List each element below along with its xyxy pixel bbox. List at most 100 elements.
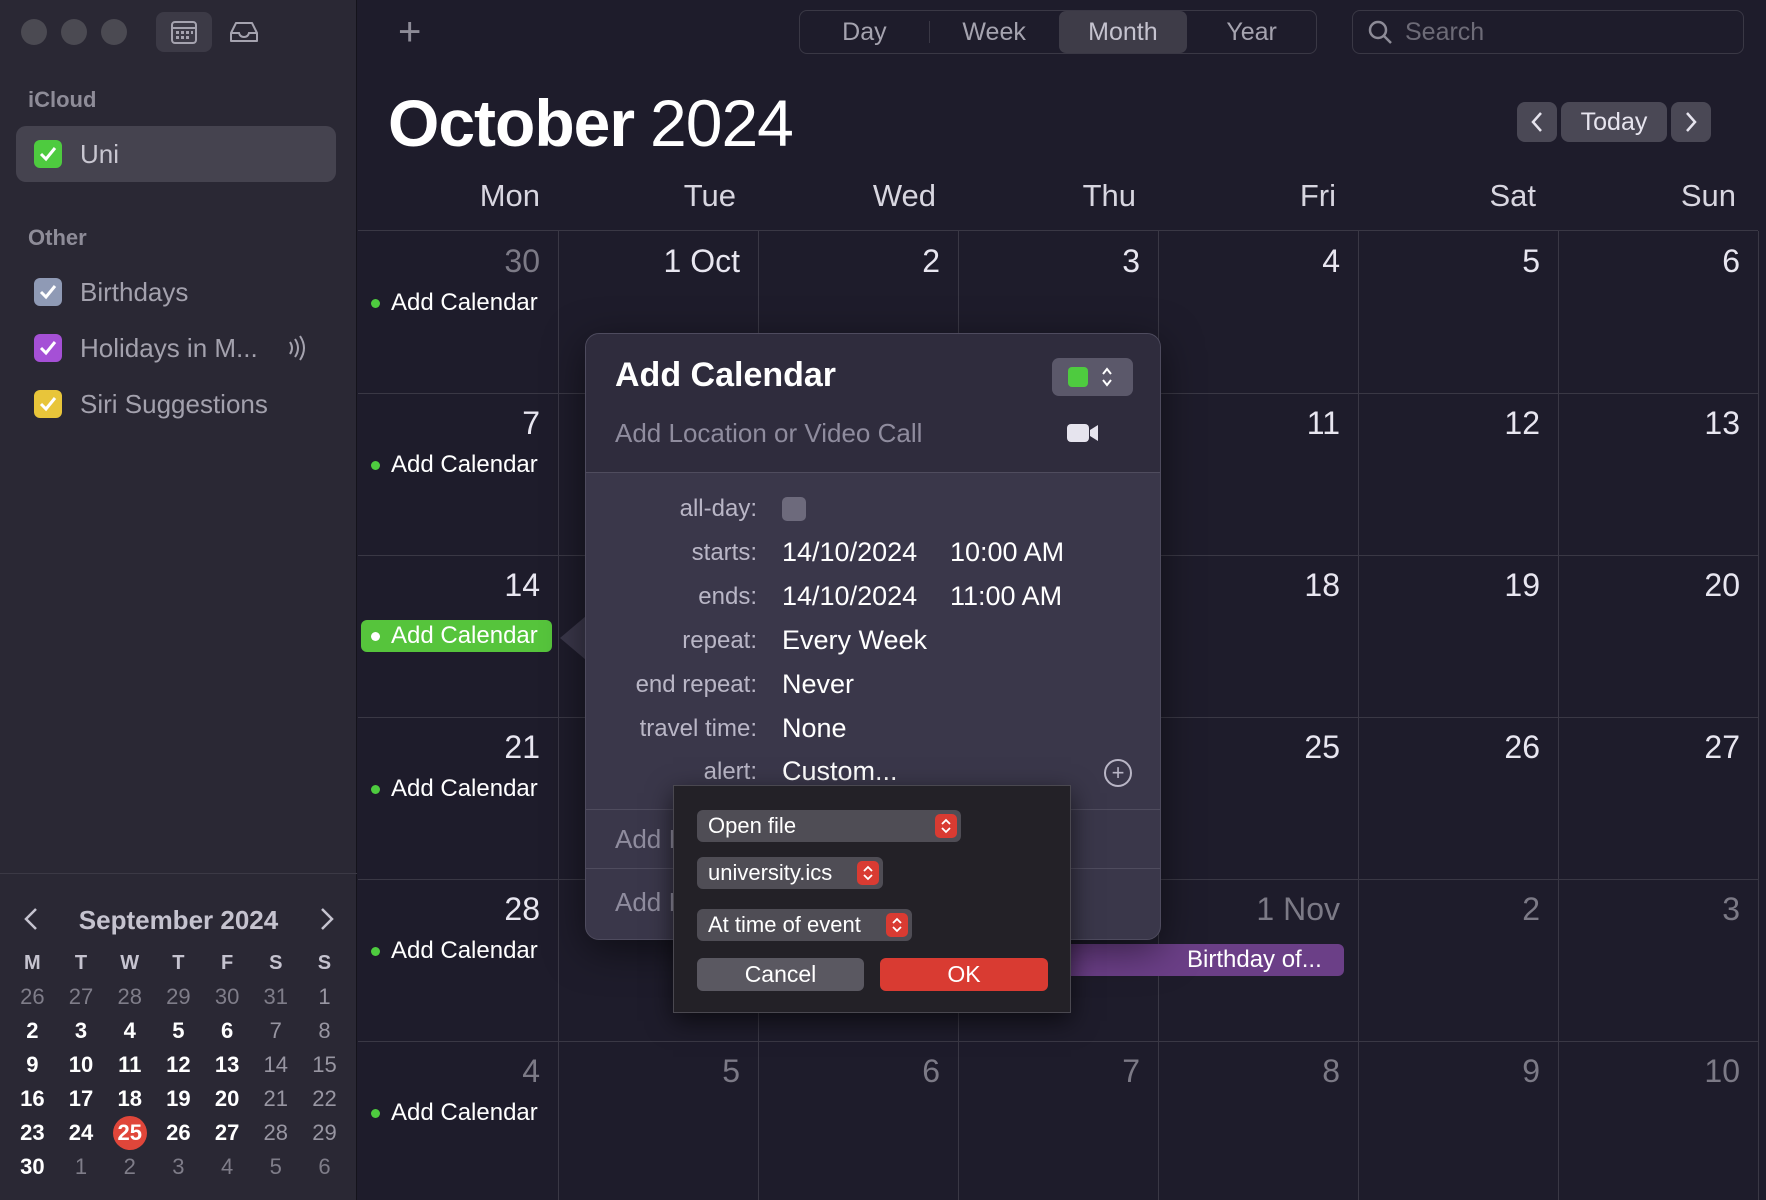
prev-month-button[interactable] <box>1517 102 1557 142</box>
day-cell-number[interactable]: 6 <box>760 1053 940 1090</box>
day-cell-number[interactable]: 9 <box>1360 1053 1540 1090</box>
mini-day[interactable]: 5 <box>251 1152 300 1182</box>
add-invitees-field[interactable]: Add I <box>615 824 676 855</box>
calendar-item-holidays[interactable]: Holidays in M... <box>16 320 336 376</box>
mini-day[interactable]: 3 <box>57 1016 106 1046</box>
mini-day[interactable]: 6 <box>300 1152 349 1182</box>
end-date-field[interactable]: 14/10/2024 <box>782 581 917 612</box>
day-cell-number[interactable]: 1 Nov <box>1160 891 1340 928</box>
inbox-button[interactable] <box>216 12 272 52</box>
alert-select[interactable]: Custom... <box>782 756 898 787</box>
mini-day[interactable]: 29 <box>300 1118 349 1148</box>
add-notes-field[interactable]: Add I <box>615 887 676 918</box>
mini-day[interactable]: 21 <box>251 1084 300 1114</box>
mini-day[interactable]: 3 <box>154 1152 203 1182</box>
mini-day[interactable]: 28 <box>251 1118 300 1148</box>
mini-day[interactable]: 4 <box>105 1016 154 1046</box>
mini-day[interactable]: 26 <box>154 1118 203 1148</box>
start-time-field[interactable]: 10:00 AM <box>950 537 1064 568</box>
day-cell-number[interactable]: 6 <box>1560 243 1740 280</box>
day-cell-number[interactable]: 3 <box>1560 891 1740 928</box>
selected-event[interactable]: Add Calendar <box>361 620 552 652</box>
cancel-button[interactable]: Cancel <box>697 958 864 991</box>
day-cell-number[interactable]: 11 <box>1160 405 1340 442</box>
mini-day[interactable]: 1 <box>300 982 349 1012</box>
today-button[interactable]: Today <box>1561 102 1667 142</box>
tab-month[interactable]: Month <box>1058 11 1188 53</box>
mini-next-month-button[interactable] <box>318 905 336 940</box>
location-input[interactable]: Add Location or Video Call <box>615 418 922 449</box>
day-cell-number[interactable]: 2 <box>1360 891 1540 928</box>
event-chip[interactable]: Add Calendar <box>361 289 538 317</box>
mini-day[interactable]: 7 <box>251 1016 300 1046</box>
tab-day[interactable]: Day <box>800 11 929 53</box>
mini-day[interactable]: 20 <box>203 1084 252 1114</box>
video-call-button[interactable] <box>1066 422 1100 449</box>
mini-day[interactable]: 10 <box>57 1050 106 1080</box>
close-window-button[interactable] <box>21 19 47 45</box>
mini-day[interactable]: 6 <box>203 1016 252 1046</box>
day-cell-number[interactable]: 4 <box>360 1053 540 1090</box>
all-day-checkbox[interactable] <box>782 497 806 521</box>
calendar-item-birthdays[interactable]: Birthdays <box>16 264 336 320</box>
day-cell-number[interactable]: 21 <box>360 729 540 766</box>
day-cell-number[interactable]: 14 <box>360 567 540 604</box>
calendar-item-siri-suggestions[interactable]: Siri Suggestions <box>16 376 336 432</box>
day-cell-number[interactable]: 1 Oct <box>560 243 740 280</box>
mini-day[interactable]: 11 <box>105 1050 154 1080</box>
day-cell-number[interactable]: 26 <box>1360 729 1540 766</box>
day-cell-number[interactable]: 7 <box>960 1053 1140 1090</box>
mini-day[interactable]: 5 <box>154 1016 203 1046</box>
start-date-field[interactable]: 14/10/2024 <box>782 537 917 568</box>
mini-day[interactable]: 8 <box>300 1016 349 1046</box>
zoom-window-button[interactable] <box>101 19 127 45</box>
day-cell-number[interactable]: 30 <box>360 243 540 280</box>
mini-day[interactable]: 9 <box>8 1050 57 1080</box>
mini-day[interactable]: 27 <box>203 1118 252 1148</box>
add-alert-button[interactable]: + <box>1104 759 1132 787</box>
minimize-window-button[interactable] <box>61 19 87 45</box>
day-cell-number[interactable]: 2 <box>760 243 940 280</box>
end-time-field[interactable]: 11:00 AM <box>950 581 1062 612</box>
mini-day[interactable]: 30 <box>8 1152 57 1182</box>
mini-day[interactable]: 16 <box>8 1084 57 1114</box>
alert-action-popup[interactable]: Open file <box>697 810 961 842</box>
add-event-button[interactable]: + <box>398 10 421 55</box>
siri-checkbox[interactable] <box>34 390 62 418</box>
day-cell-number[interactable]: 5 <box>1360 243 1540 280</box>
day-cell-number[interactable]: 27 <box>1560 729 1740 766</box>
mini-day[interactable]: 18 <box>105 1084 154 1114</box>
calendar-list-toggle[interactable] <box>156 12 212 52</box>
event-chip[interactable]: Add Calendar <box>361 451 538 479</box>
day-cell-number[interactable]: 10 <box>1560 1053 1740 1090</box>
mini-day[interactable]: 4 <box>203 1152 252 1182</box>
event-chip[interactable]: Add Calendar <box>361 1099 538 1127</box>
mini-day[interactable]: 22 <box>300 1084 349 1114</box>
day-cell-number[interactable]: 7 <box>360 405 540 442</box>
birthday-event-chip[interactable]: Birthday of... <box>1170 944 1344 976</box>
mini-day[interactable]: 31 <box>251 982 300 1012</box>
tab-week[interactable]: Week <box>930 11 1059 53</box>
day-cell-number[interactable]: 20 <box>1560 567 1740 604</box>
mini-day[interactable]: 19 <box>154 1084 203 1114</box>
mini-day[interactable]: 15 <box>300 1050 349 1080</box>
day-cell-number[interactable]: 8 <box>1160 1053 1340 1090</box>
mini-day-today[interactable]: 25 <box>105 1116 154 1150</box>
birthdays-checkbox[interactable] <box>34 278 62 306</box>
alert-file-popup[interactable]: university.ics <box>697 857 883 889</box>
day-cell-number[interactable]: 3 <box>960 243 1140 280</box>
mini-day[interactable]: 23 <box>8 1118 57 1148</box>
ok-button[interactable]: OK <box>880 958 1048 991</box>
mini-day[interactable]: 14 <box>251 1050 300 1080</box>
day-cell-number[interactable]: 13 <box>1560 405 1740 442</box>
day-cell-number[interactable]: 28 <box>360 891 540 928</box>
event-chip[interactable]: Add Calendar <box>361 937 538 965</box>
mini-day[interactable]: 12 <box>154 1050 203 1080</box>
mini-day[interactable]: 2 <box>8 1016 57 1046</box>
mini-day[interactable]: 29 <box>154 982 203 1012</box>
search-field[interactable]: Search <box>1352 10 1744 54</box>
tab-year[interactable]: Year <box>1187 11 1316 53</box>
day-cell-number[interactable]: 12 <box>1360 405 1540 442</box>
mini-day[interactable]: 13 <box>203 1050 252 1080</box>
day-cell-number[interactable]: 25 <box>1160 729 1340 766</box>
